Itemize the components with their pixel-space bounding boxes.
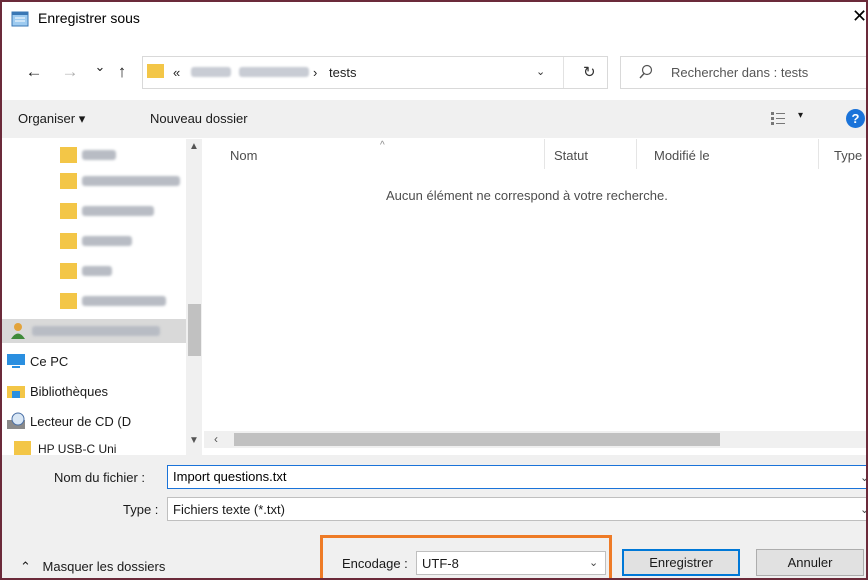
organize-button[interactable]: Organiser ▾ bbox=[18, 111, 85, 127]
column-headers: ^ Nom Statut Modifié le Type bbox=[204, 139, 866, 169]
blurred-label bbox=[82, 266, 112, 276]
address-row: ← → ⌄ ↑ « › tests ⌄ ↻ Rechercher dans : … bbox=[2, 56, 866, 90]
view-options-icon[interactable] bbox=[770, 110, 786, 126]
new-folder-button[interactable]: Nouveau dossier bbox=[150, 111, 248, 126]
column-type[interactable]: Type bbox=[834, 148, 862, 163]
breadcrumb-separator: › bbox=[313, 65, 318, 80]
encoding-select[interactable]: UTF-8 ⌄ bbox=[416, 551, 606, 575]
nav-user-blurred[interactable] bbox=[2, 319, 186, 343]
save-button[interactable]: Enregistrer bbox=[622, 549, 740, 576]
nav-item-label: Lecteur de CD (D bbox=[30, 414, 132, 429]
search-icon bbox=[639, 64, 653, 79]
search-input[interactable]: Rechercher dans : tests bbox=[620, 56, 866, 89]
help-button[interactable]: ? bbox=[846, 109, 865, 128]
folder-icon bbox=[60, 263, 77, 279]
address-dropdown-button[interactable]: ⌄ bbox=[536, 65, 545, 78]
save-as-dialog: Enregistrer sous ✕ ← → ⌄ ↑ « › tests ⌄ ↻… bbox=[0, 0, 868, 580]
forward-button[interactable]: → bbox=[60, 62, 80, 82]
breadcrumb-overflow[interactable]: « bbox=[173, 65, 180, 80]
column-divider[interactable] bbox=[544, 139, 545, 169]
folder-icon bbox=[60, 203, 77, 219]
notepad-icon bbox=[11, 11, 29, 27]
window-title: Enregistrer sous bbox=[38, 10, 140, 26]
nav-item-libraries[interactable]: Bibliothèques bbox=[2, 379, 186, 403]
blurred-label bbox=[82, 176, 180, 186]
type-label: Type : bbox=[123, 502, 159, 517]
breadcrumb-blurred-1[interactable] bbox=[191, 67, 231, 77]
nav-folder-blurred[interactable] bbox=[2, 143, 186, 167]
nav-item-cd-drive[interactable]: Lecteur de CD (D bbox=[2, 409, 186, 433]
breadcrumb-current[interactable]: tests bbox=[329, 65, 356, 80]
folder-icon bbox=[60, 293, 77, 309]
cancel-button[interactable]: Annuler bbox=[756, 549, 864, 576]
folder-icon bbox=[60, 233, 77, 249]
chevron-up-icon: ⌃ bbox=[20, 559, 31, 574]
up-button[interactable]: ↑ bbox=[112, 62, 132, 82]
nav-folder-blurred[interactable] bbox=[2, 169, 186, 193]
back-button[interactable]: ← bbox=[24, 62, 44, 82]
type-select[interactable]: Fichiers texte (*.txt) bbox=[167, 497, 866, 521]
hide-folders-toggle[interactable]: ⌃ Masquer les dossiers bbox=[20, 559, 165, 575]
nav-item-this-pc[interactable]: Ce PC bbox=[2, 349, 186, 373]
save-options: Nom du fichier : Import questions.txt ⌄ … bbox=[2, 455, 866, 578]
user-icon bbox=[11, 323, 25, 339]
scroll-thumb[interactable] bbox=[234, 433, 720, 446]
nav-item-usb-drive[interactable]: HP USB-C Uni bbox=[2, 437, 186, 455]
nav-folder-blurred[interactable] bbox=[2, 199, 186, 223]
search-placeholder: Rechercher dans : tests bbox=[671, 65, 809, 80]
type-dropdown-icon[interactable]: ⌄ bbox=[860, 503, 866, 516]
scroll-down-icon[interactable]: ▼ bbox=[189, 435, 199, 446]
encoding-dropdown-icon: ⌄ bbox=[589, 557, 599, 569]
folder-icon bbox=[60, 147, 77, 163]
column-divider[interactable] bbox=[636, 139, 637, 169]
column-name[interactable]: Nom bbox=[230, 148, 257, 163]
nav-folder-blurred[interactable] bbox=[2, 229, 186, 253]
empty-list-message: Aucun élément ne correspond à votre rech… bbox=[386, 188, 668, 203]
view-dropdown-button[interactable]: ▾ bbox=[798, 110, 803, 121]
navigation-scrollbar[interactable]: ▲ ▼ bbox=[186, 139, 202, 455]
filename-label: Nom du fichier : bbox=[54, 470, 146, 485]
column-divider[interactable] bbox=[818, 139, 819, 169]
nav-item-label: HP USB-C Uni bbox=[38, 442, 117, 455]
encoding-value: UTF-8 bbox=[422, 556, 459, 571]
nav-folder-blurred[interactable] bbox=[2, 289, 186, 313]
title-bar: Enregistrer sous ✕ bbox=[2, 2, 866, 36]
encoding-label: Encodage : bbox=[342, 556, 408, 571]
recent-locations-button[interactable]: ⌄ bbox=[90, 59, 110, 75]
scroll-thumb[interactable] bbox=[188, 304, 201, 356]
blurred-label bbox=[82, 150, 116, 160]
close-button[interactable]: ✕ bbox=[852, 6, 866, 27]
blurred-label bbox=[82, 296, 166, 306]
blurred-label bbox=[82, 236, 132, 246]
column-modified[interactable]: Modifié le bbox=[654, 148, 710, 163]
filename-dropdown-icon[interactable]: ⌄ bbox=[860, 471, 866, 484]
blurred-label bbox=[32, 326, 160, 336]
nav-item-label: Bibliothèques bbox=[30, 384, 109, 399]
divider bbox=[563, 57, 564, 88]
library-icon bbox=[7, 386, 25, 398]
drive-icon bbox=[14, 441, 31, 455]
pc-icon bbox=[7, 354, 25, 368]
command-bar: Organiser ▾ Nouveau dossier ▾ ? bbox=[2, 100, 866, 138]
folder-icon bbox=[60, 173, 77, 189]
nav-folder-blurred[interactable] bbox=[2, 259, 186, 283]
folder-icon bbox=[147, 64, 164, 78]
address-bar[interactable]: « › tests ⌄ ↻ bbox=[142, 56, 608, 89]
cd-drive-icon bbox=[7, 412, 25, 429]
blurred-label bbox=[82, 206, 154, 216]
navigation-pane: Ce PC Bibliothèques Lecteur de CD (D HP … bbox=[2, 139, 202, 455]
filename-input[interactable]: Import questions.txt bbox=[167, 465, 866, 489]
horizontal-scrollbar[interactable]: ‹ bbox=[204, 431, 866, 448]
breadcrumb-blurred-2[interactable] bbox=[239, 67, 309, 77]
sort-caret-icon: ^ bbox=[380, 140, 385, 151]
scroll-left-icon[interactable]: ‹ bbox=[214, 432, 218, 446]
hide-folders-label: Masquer les dossiers bbox=[42, 559, 166, 574]
column-status[interactable]: Statut bbox=[554, 148, 588, 163]
refresh-button[interactable]: ↻ bbox=[583, 63, 596, 81]
scroll-up-icon[interactable]: ▲ bbox=[189, 141, 199, 152]
nav-item-label: Ce PC bbox=[30, 354, 69, 369]
